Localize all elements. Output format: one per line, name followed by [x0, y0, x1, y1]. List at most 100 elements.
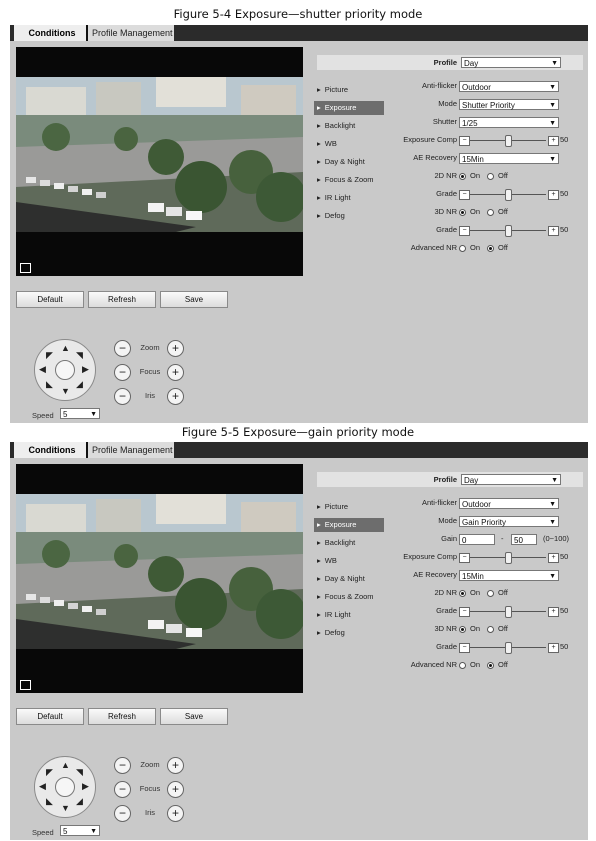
profile-select[interactable]: Day ▼ [461, 474, 561, 485]
exposure-comp-slider-minus-button[interactable]: − [459, 136, 470, 146]
focus-plus-button[interactable]: + [167, 781, 184, 798]
profile-select[interactable]: Day ▼ [461, 57, 561, 68]
grade-3d-slider-minus-button[interactable]: − [459, 643, 470, 653]
advanced-nr-on-radio[interactable] [459, 245, 466, 252]
menu-item-label: Backlight [324, 538, 356, 547]
speed-select[interactable]: 5 ▼ [60, 825, 100, 836]
shutter-select[interactable]: 1/25 ▼ [459, 117, 559, 128]
profile-bar: Profile Day ▼ [317, 55, 583, 70]
exposure-comp-slider: − +50 [459, 135, 571, 147]
default-button[interactable]: Default [16, 708, 84, 725]
focus-minus-button[interactable]: − [114, 364, 131, 381]
ptz-down-arrow-icon[interactable]: ▼ [61, 387, 70, 396]
menu-item-label: IR Light [324, 193, 351, 202]
zoom-minus-button[interactable]: − [114, 340, 131, 357]
video-preview [16, 464, 303, 693]
grade-3d-slider-knob[interactable] [505, 642, 512, 654]
fullscreen-icon[interactable] [20, 263, 31, 273]
grade-2d-slider-knob[interactable] [505, 189, 512, 201]
fullscreen-icon[interactable] [20, 680, 31, 690]
ptz-center-button[interactable] [55, 777, 75, 797]
ptz-center-button[interactable] [55, 360, 75, 380]
ptz-upright-arrow-icon[interactable]: ◥ [76, 768, 83, 777]
menu-bullet-icon: ▸ [317, 157, 321, 166]
gain-min-input[interactable]: 0 [459, 534, 495, 545]
exposure-comp-slider-plus-button[interactable]: + [548, 553, 559, 563]
mode-select[interactable]: Gain Priority ▼ [459, 516, 559, 527]
save-button[interactable]: Save [160, 291, 228, 308]
nr3d-on-radio[interactable] [459, 209, 466, 216]
tab-conditions[interactable]: Conditions [14, 442, 90, 458]
mode-label: Mode [438, 99, 457, 108]
focus-minus-button[interactable]: − [114, 781, 131, 798]
ptz-left-arrow-icon[interactable]: ◀ [39, 782, 46, 791]
tab-profile-management[interactable]: Profile Management [86, 442, 174, 458]
chevron-down-icon: ▼ [90, 411, 97, 418]
nr3d-on-radio[interactable] [459, 626, 466, 633]
iris-minus-button[interactable]: − [114, 805, 131, 822]
grade-2d-slider-plus-button[interactable]: + [548, 607, 559, 617]
ptz-right-arrow-icon[interactable]: ▶ [82, 365, 89, 374]
ptz-up-arrow-icon[interactable]: ▲ [61, 761, 70, 770]
nr2d-off-radio[interactable] [487, 173, 494, 180]
mode-select[interactable]: Shutter Priority ▼ [459, 99, 559, 110]
menu-bullet-icon: ▸ [317, 211, 321, 220]
exposure-comp-slider-knob[interactable] [505, 552, 512, 564]
ptz-direction-pad[interactable]: ▲ ▼ ◀ ▶ ◤ ◥ ◣ ◢ [34, 339, 96, 401]
tab-conditions[interactable]: Conditions [14, 25, 90, 41]
advanced-nr-off-radio[interactable] [487, 662, 494, 669]
exposure-comp-slider-minus-button[interactable]: − [459, 553, 470, 563]
ae-recovery-select[interactable]: 15Min ▼ [459, 153, 559, 164]
save-button[interactable]: Save [160, 708, 228, 725]
video-preview [16, 47, 303, 276]
iris-minus-button[interactable]: − [114, 388, 131, 405]
tab-bar: Conditions Profile Management [10, 25, 588, 41]
default-button[interactable]: Default [16, 291, 84, 308]
iris-plus-button[interactable]: + [167, 805, 184, 822]
anti-flicker-select[interactable]: Outdoor ▼ [459, 498, 559, 509]
nr2d-on-radio[interactable] [459, 173, 466, 180]
gain-max-input[interactable]: 50 [511, 534, 537, 545]
nr2d-on-radio[interactable] [459, 590, 466, 597]
zoom-plus-button[interactable]: + [167, 757, 184, 774]
ptz-downleft-arrow-icon[interactable]: ◣ [46, 380, 53, 389]
ptz-upleft-arrow-icon[interactable]: ◤ [46, 351, 53, 360]
chevron-down-icon: ▼ [549, 156, 556, 163]
ptz-downright-arrow-icon[interactable]: ◢ [76, 797, 83, 806]
zoom-minus-button[interactable]: − [114, 757, 131, 774]
ptz-upleft-arrow-icon[interactable]: ◤ [46, 768, 53, 777]
grade-2d-slider-plus-button[interactable]: + [548, 190, 559, 200]
nr3d-off-radio[interactable] [487, 209, 494, 216]
tab-profile-management[interactable]: Profile Management [86, 25, 174, 41]
ptz-down-arrow-icon[interactable]: ▼ [61, 804, 70, 813]
refresh-button[interactable]: Refresh [88, 708, 156, 725]
exposure-comp-slider-plus-button[interactable]: + [548, 136, 559, 146]
ptz-up-arrow-icon[interactable]: ▲ [61, 344, 70, 353]
ae-recovery-select[interactable]: 15Min ▼ [459, 570, 559, 581]
grade-2d-slider-knob[interactable] [505, 606, 512, 618]
refresh-button[interactable]: Refresh [88, 291, 156, 308]
iris-plus-button[interactable]: + [167, 388, 184, 405]
nr2d-off-radio[interactable] [487, 590, 494, 597]
grade-3d-slider-plus-button[interactable]: + [548, 226, 559, 236]
grade-3d-slider-knob[interactable] [505, 225, 512, 237]
grade-3d-slider-minus-button[interactable]: − [459, 226, 470, 236]
focus-plus-button[interactable]: + [167, 364, 184, 381]
gain-range-separator: - [501, 534, 504, 543]
anti-flicker-select[interactable]: Outdoor ▼ [459, 81, 559, 92]
exposure-comp-slider-knob[interactable] [505, 135, 512, 147]
speed-select[interactable]: 5 ▼ [60, 408, 100, 419]
ptz-left-arrow-icon[interactable]: ◀ [39, 365, 46, 374]
ptz-right-arrow-icon[interactable]: ▶ [82, 782, 89, 791]
grade-2d-slider-minus-button[interactable]: − [459, 190, 470, 200]
ptz-downright-arrow-icon[interactable]: ◢ [76, 380, 83, 389]
ptz-upright-arrow-icon[interactable]: ◥ [76, 351, 83, 360]
ptz-direction-pad[interactable]: ▲ ▼ ◀ ▶ ◤ ◥ ◣ ◢ [34, 756, 96, 818]
nr3d-off-radio[interactable] [487, 626, 494, 633]
grade-2d-slider-minus-button[interactable]: − [459, 607, 470, 617]
zoom-plus-button[interactable]: + [167, 340, 184, 357]
ptz-downleft-arrow-icon[interactable]: ◣ [46, 797, 53, 806]
advanced-nr-off-radio[interactable] [487, 245, 494, 252]
advanced-nr-on-radio[interactable] [459, 662, 466, 669]
grade-3d-slider-plus-button[interactable]: + [548, 643, 559, 653]
